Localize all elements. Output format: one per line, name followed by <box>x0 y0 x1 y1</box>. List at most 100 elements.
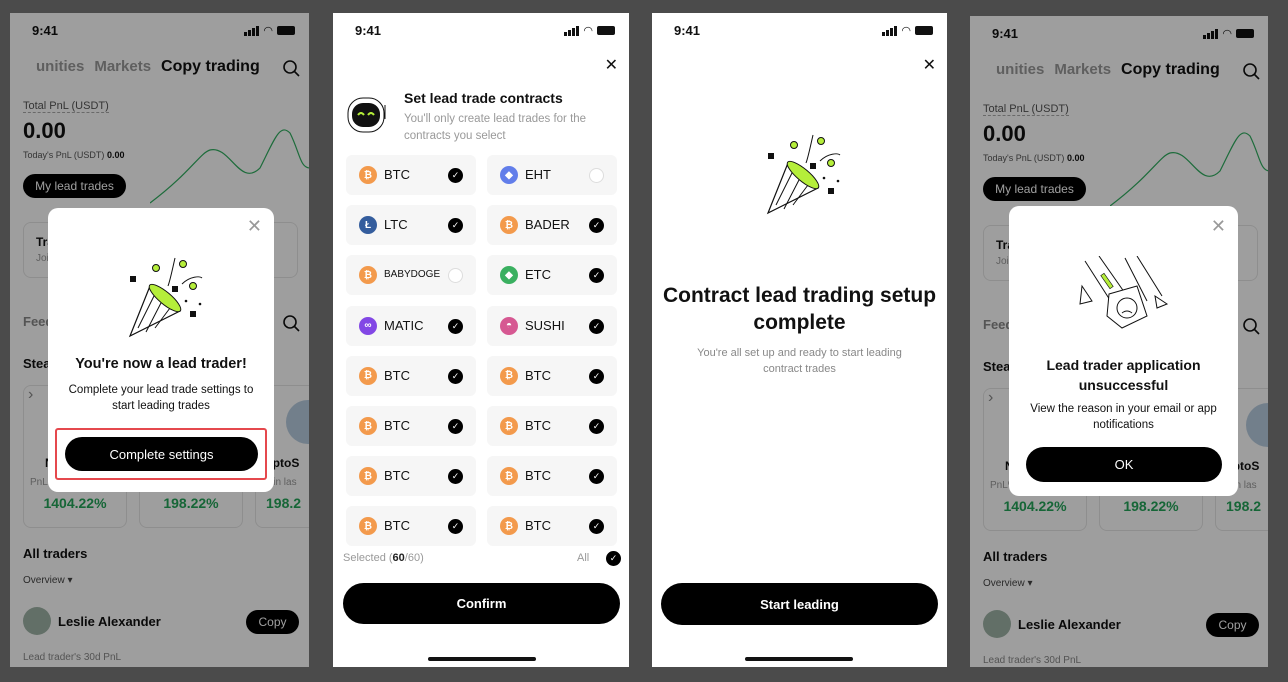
contract-name: BTC <box>384 418 410 433</box>
checkbox[interactable]: ✓ <box>448 168 463 183</box>
bitcoin-icon: ₿ <box>359 467 377 486</box>
checkbox[interactable]: ✓ <box>589 368 604 384</box>
checkbox[interactable]: ✓ <box>589 218 604 234</box>
select-all-checkbox[interactable]: ✓ <box>606 551 621 566</box>
close-icon[interactable]: ✕ <box>923 55 936 75</box>
modal-title: Lead trader application unsuccessful <box>1046 357 1201 393</box>
checkbox[interactable]: ✓ <box>448 368 463 384</box>
checkbox[interactable]: ✓ <box>448 218 463 234</box>
contract-option[interactable]: ₿ BABYDOGE ✓ <box>346 255 476 296</box>
bitcoin-icon: ₿ <box>500 467 518 486</box>
checkbox[interactable]: ✓ <box>448 519 463 535</box>
complete-settings-button[interactable]: Complete settings <box>65 437 258 471</box>
contract-name: BABYDOGE <box>384 269 441 281</box>
polygon-icon: ∞ <box>359 316 377 335</box>
bitcoin-icon: ₿ <box>500 366 518 385</box>
lead-trader-success-modal: ✕ You're now a lead trader! Complete you… <box>48 208 274 492</box>
contracts-title: Set lead trade contracts <box>404 90 563 106</box>
checkbox[interactable]: ✓ <box>589 419 604 434</box>
contract-option[interactable]: ₿ BTC ✓ <box>487 406 617 446</box>
close-icon[interactable]: ✕ <box>247 216 262 237</box>
contract-name: EHT <box>525 167 551 182</box>
contract-name: BTC <box>525 418 551 433</box>
checkbox[interactable]: ✓ <box>589 469 604 485</box>
contract-option[interactable]: ◓ SUSHI ✓ <box>487 305 617 346</box>
checkbox[interactable]: ✓ <box>448 419 463 434</box>
select-all-label: All <box>577 552 590 564</box>
contracts-subtitle: You'll only create lead trades for the c… <box>404 113 587 142</box>
complete-title: Contract lead trading setup complete <box>662 284 937 334</box>
bitcoin-icon: ₿ <box>359 166 377 184</box>
contract-option[interactable]: Ł LTC ✓ <box>346 205 476 246</box>
contract-option[interactable]: ₿ BADER ✓ <box>487 205 617 246</box>
ethereum-icon: ◆ <box>500 166 518 184</box>
checkbox[interactable]: ✓ <box>448 318 463 334</box>
selected-count: Selected (60/60) <box>343 552 424 564</box>
contract-option[interactable]: ◆ EHT ✓ <box>487 155 617 195</box>
contract-option[interactable]: ₿ BTC ✓ <box>487 456 617 497</box>
battery-icon <box>597 26 615 35</box>
contract-name: BADER <box>525 217 570 233</box>
bitcoin-icon: ₿ <box>359 517 377 536</box>
contract-option[interactable]: ₿ BTC ✓ <box>346 406 476 446</box>
contract-name: MATIC <box>384 317 424 333</box>
bitcoin-icon: ₿ <box>359 366 377 385</box>
bitcoin-icon: ₿ <box>359 417 377 435</box>
status-icons: ◠ <box>564 24 615 37</box>
contract-name: BTC <box>525 468 551 484</box>
contract-name: SUSHI <box>525 317 565 333</box>
screen-lead-trader-success: 9:41 ◠ unities Markets Copy trading Tota… <box>10 13 309 667</box>
contract-name: BTC <box>384 468 410 484</box>
application-unsuccessful-modal: ✕ Lead trader application unsuccessful V… <box>1009 206 1238 496</box>
failed-rocket-icon <box>1079 256 1169 329</box>
signal-icon <box>882 25 898 36</box>
modal-description: Complete your lead trade settings to sta… <box>68 384 254 412</box>
modal-description: View the reason in your email or app not… <box>1030 403 1217 431</box>
checkbox[interactable]: ✓ <box>589 268 604 284</box>
checkbox[interactable]: ✓ <box>589 318 604 334</box>
status-time: 9:41 <box>674 23 701 38</box>
screen-application-unsuccessful: 9:41 ◠ unities Markets Copy trading Tota… <box>970 16 1268 667</box>
checkbox[interactable]: ✓ <box>448 268 463 284</box>
bitcoin-icon: ₿ <box>359 266 377 285</box>
contract-option[interactable]: ∞ MATIC ✓ <box>346 305 476 346</box>
wifi-icon: ◠ <box>901 25 911 37</box>
contract-name: BTC <box>525 367 551 383</box>
status-time: 9:41 <box>355 23 382 38</box>
contract-option[interactable]: ₿ BTC ✓ <box>487 506 617 547</box>
contract-option[interactable]: ₿ BTC ✓ <box>487 355 617 396</box>
ok-button[interactable]: OK <box>1026 447 1222 482</box>
complete-description: You're all set up and ready to start lea… <box>697 347 902 375</box>
close-icon[interactable]: ✕ <box>605 55 618 75</box>
status-icons: ◠ <box>882 24 933 37</box>
contract-name: ETC <box>525 267 551 283</box>
checkbox[interactable]: ✓ <box>448 469 463 485</box>
litecoin-icon: Ł <box>359 216 377 235</box>
ethereum-classic-icon: ◆ <box>500 266 518 285</box>
contract-option[interactable]: ₿ BTC ✓ <box>346 506 476 547</box>
battery-icon <box>915 26 933 35</box>
contract-name: BTC <box>384 518 410 534</box>
bitcoin-icon: ₿ <box>500 216 518 235</box>
contract-name: BTC <box>384 367 410 383</box>
screen-setup-complete: 9:41 ◠ ✕ Contract lead trading setup com… <box>652 13 947 667</box>
screen-set-contracts: 9:41 ◠ ✕ Set lead trade contracts You'll… <box>333 13 629 667</box>
checkbox[interactable]: ✓ <box>589 519 604 535</box>
contract-option[interactable]: ₿ BTC ✓ <box>346 456 476 497</box>
contract-option[interactable]: ₿ BTC ✓ <box>346 355 476 396</box>
bitcoin-icon: ₿ <box>500 417 518 435</box>
bitcoin-icon: ₿ <box>500 517 518 536</box>
home-indicator <box>428 657 536 661</box>
contract-option[interactable]: ₿ BTC ✓ <box>346 155 476 195</box>
signal-icon <box>564 25 580 36</box>
party-popper-icon <box>766 134 841 215</box>
close-icon[interactable]: ✕ <box>1211 216 1226 237</box>
confirm-button[interactable]: Confirm <box>343 583 620 624</box>
modal-title: You're now a lead trader! <box>75 356 247 372</box>
home-indicator <box>745 657 853 661</box>
party-popper-icon <box>128 257 203 338</box>
contract-option[interactable]: ◆ ETC ✓ <box>487 255 617 296</box>
checkbox[interactable]: ✓ <box>589 168 604 183</box>
contract-name: BTC <box>384 167 410 182</box>
start-leading-button[interactable]: Start leading <box>661 583 938 625</box>
